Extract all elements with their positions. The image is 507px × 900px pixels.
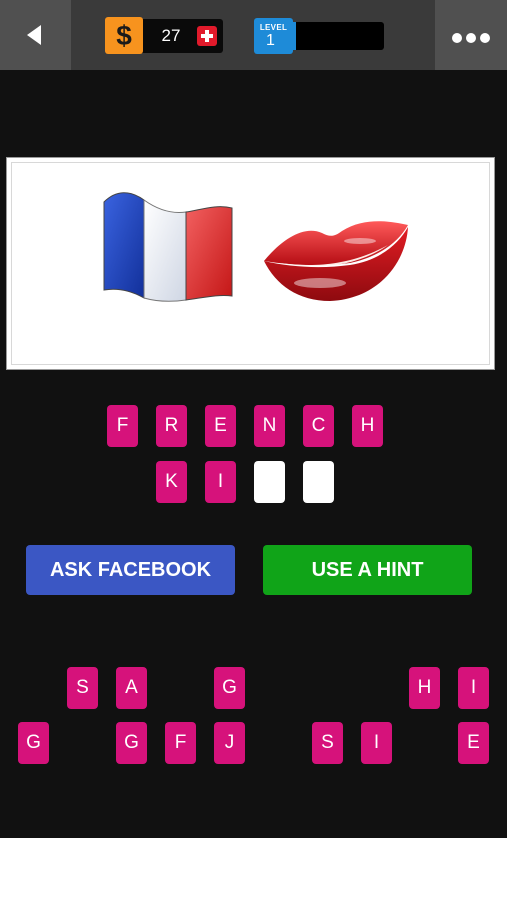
answer-slot[interactable]: I: [205, 461, 236, 503]
letter-tile[interactable]: S: [312, 722, 343, 764]
level-number: 1: [266, 32, 275, 49]
answer-slot-empty[interactable]: [303, 461, 334, 503]
letter-tile[interactable]: G: [214, 667, 245, 709]
answer-slot[interactable]: E: [205, 405, 236, 447]
letter-tile[interactable]: S: [67, 667, 98, 709]
letter-tile[interactable]: H: [409, 667, 440, 709]
answer-slot-empty[interactable]: [254, 461, 285, 503]
answer-slot[interactable]: N: [254, 405, 285, 447]
letter-tile[interactable]: I: [361, 722, 392, 764]
puzzle-image-frame: [11, 162, 490, 365]
letter-tile[interactable]: A: [116, 667, 147, 709]
top-bar: $ 27 LEVEL 1: [0, 0, 507, 70]
coin-count: 27: [161, 26, 181, 45]
level-label: LEVEL: [259, 23, 288, 32]
letter-tile[interactable]: G: [116, 722, 147, 764]
use-hint-button[interactable]: USE A HINT: [263, 545, 472, 595]
letter-tile[interactable]: E: [458, 722, 489, 764]
answer-slot[interactable]: F: [107, 405, 138, 447]
dollar-icon: $: [105, 17, 143, 54]
more-dots-icon: [452, 33, 490, 43]
puzzle-image-card: [6, 157, 495, 370]
lips-icon: [264, 221, 408, 301]
add-coins-button[interactable]: [197, 26, 217, 46]
answer-slot[interactable]: K: [156, 461, 187, 503]
back-arrow-icon: [27, 25, 41, 45]
french-flag-icon: [103, 192, 233, 302]
answer-slot[interactable]: C: [303, 405, 334, 447]
answer-slot[interactable]: R: [156, 405, 187, 447]
answer-slot[interactable]: H: [352, 405, 383, 447]
level-progress-bar: [293, 22, 384, 50]
ask-facebook-button[interactable]: ASK FACEBOOK: [26, 545, 235, 595]
back-button[interactable]: [0, 0, 71, 70]
letter-tile[interactable]: J: [214, 722, 245, 764]
level-progress-fill: [293, 22, 296, 50]
letter-tile[interactable]: G: [18, 722, 49, 764]
game-screen: $ 27 LEVEL 1 F R E N C H K I ASK FACEBOO…: [0, 0, 507, 838]
level-badge: LEVEL 1: [254, 18, 293, 54]
letter-tile[interactable]: I: [458, 667, 489, 709]
letter-tile[interactable]: F: [165, 722, 196, 764]
plus-icon: [201, 30, 213, 42]
menu-button[interactable]: [435, 0, 507, 70]
